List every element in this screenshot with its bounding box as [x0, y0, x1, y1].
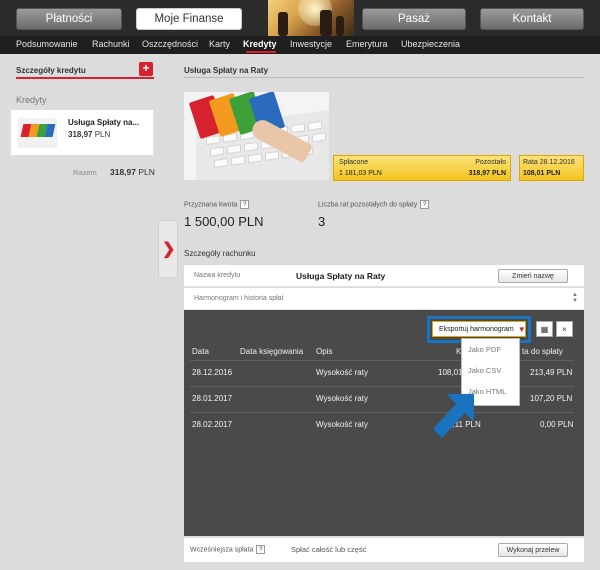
collapse-panel-toggle[interactable]: ❯: [158, 220, 178, 278]
early-repayment-label: Wcześniejsza spłata?: [190, 545, 266, 554]
credits-section-label: Kredyty: [16, 95, 47, 105]
left-panel-red-divider: [16, 77, 154, 79]
chevron-right-icon: ❯: [162, 241, 176, 258]
help-icon[interactable]: ?: [240, 200, 250, 209]
row-description: Wysokość raty: [316, 394, 368, 403]
row-date: 28.01.2017: [192, 394, 233, 403]
credit-list-item[interactable]: Usługa Spłaty na... 318,97 PLN: [10, 109, 154, 156]
nav-item-credits[interactable]: Kredyty: [243, 39, 277, 49]
help-icon[interactable]: ?: [420, 200, 430, 209]
expand-collapse-icon[interactable]: ▲ ▼: [572, 292, 578, 304]
close-icon[interactable]: ×: [556, 321, 573, 337]
next-rate-label: Rata 28.12.2016: [523, 159, 575, 166]
export-schedule-dropdown[interactable]: Eksportuj harmonogram ▼: [432, 321, 526, 337]
table-row: 28.01.2017 Wysokość raty 107,20 PLN: [184, 387, 584, 413]
add-credit-button[interactable]: +: [139, 62, 153, 76]
row-remaining: 0,00 PLN: [540, 420, 574, 429]
export-option-csv[interactable]: Jako CSV: [468, 366, 501, 375]
credit-name-row: Nazwa kredytu Usługa Spłaty na Raty Zmie…: [184, 265, 584, 287]
pointer-arrow-icon: [433, 394, 474, 438]
left-panel-title: Szczegóły kredytu: [16, 66, 86, 75]
export-option-pdf[interactable]: Jako PDF: [468, 345, 501, 354]
row-date: 28.02.2017: [192, 420, 233, 429]
nav-active-indicator: [246, 51, 276, 53]
hero-banner-image: [268, 0, 354, 36]
make-transfer-button[interactable]: Wykonaj przelew: [498, 543, 568, 557]
top-button-pasaz[interactable]: Pasaż: [362, 8, 466, 30]
nav-item-insurance[interactable]: Ubezpieczenia: [401, 39, 460, 49]
total-value: 318,97 PLN: [110, 167, 155, 177]
schedule-label: Harmonogram i historia spłat: [194, 295, 284, 302]
total-label: Razem: [73, 168, 97, 177]
next-rate-value: 108,01 PLN: [523, 170, 561, 177]
rename-button[interactable]: Zmień nazwę: [498, 269, 568, 283]
table-row: 28.12.2016 Wysokość raty 108,01 213,49 P…: [184, 361, 584, 387]
repay-all-label: Spłać całość lub część: [291, 545, 367, 554]
schedule-row[interactable]: Harmonogram i historia spłat ▲ ▼: [184, 288, 584, 310]
chevron-down-icon: ▼: [517, 324, 526, 334]
column-header-posting-date: Data księgowania: [240, 347, 304, 356]
nav-item-savings[interactable]: Oszczędności: [142, 39, 198, 49]
column-header-remaining: ta do spłaty: [522, 347, 563, 356]
credit-item-amount: 318,97 PLN: [68, 130, 111, 139]
paid-value: 1 181,03 PLN: [339, 170, 382, 177]
remaining-value: 318,97 PLN: [468, 170, 506, 177]
row-remaining: 213,49 PLN: [530, 368, 573, 377]
next-rate-box: Rata 28.12.2016 108,01 PLN: [519, 155, 584, 181]
content-title: Usługa Spłaty na Raty: [184, 66, 269, 75]
nav-item-accounts[interactable]: Rachunki: [92, 39, 130, 49]
remaining-label: Pozostało: [475, 159, 506, 166]
nav-item-summary[interactable]: Podsumowanie: [16, 39, 78, 49]
early-repayment-row: Wcześniejsza spłata? Spłać całość lub cz…: [184, 538, 584, 562]
paid-label: Spłacone: [339, 159, 369, 166]
remaining-rates-label: Liczba rat pozostałych do spłaty?: [318, 200, 430, 209]
credit-name-label: Nazwa kredytu: [194, 272, 241, 279]
account-details-header: Szczegóły rachunku: [184, 249, 256, 258]
granted-amount-value: 1 500,00 PLN: [184, 214, 264, 229]
row-description: Wysokość raty: [316, 420, 368, 429]
top-button-contact[interactable]: Kontakt: [480, 8, 584, 30]
promo-image: [184, 92, 329, 180]
nav-item-investments[interactable]: Inwestycje: [290, 39, 332, 49]
credit-name-value: Usługa Spłaty na Raty: [296, 271, 386, 281]
top-button-my-finance[interactable]: Moje Finanse: [136, 8, 242, 30]
row-remaining: 107,20 PLN: [530, 394, 573, 403]
remaining-rates-value: 3: [318, 214, 326, 229]
nav-item-cards[interactable]: Karty: [209, 39, 230, 49]
credit-item-name: Usługa Spłaty na...: [68, 118, 140, 127]
row-description: Wysokość raty: [316, 368, 368, 377]
nav-item-pension[interactable]: Emerytura: [346, 39, 388, 49]
main-nav: Podsumowanie Rachunki Oszczędności Karty…: [0, 36, 600, 54]
table-row: 28.02.2017 Wysokość raty 1,11 PLN 0,00 P…: [184, 413, 584, 439]
calendar-icon[interactable]: ▦: [536, 321, 553, 337]
credit-thumbnail: [18, 118, 57, 148]
content-divider: [184, 77, 584, 78]
paid-remaining-box: Spłacone 1 181,03 PLN Pozostało 318,97 P…: [333, 155, 511, 181]
row-amount: 108,01: [438, 368, 463, 377]
granted-amount-label: Przyznana kwota?: [184, 200, 250, 209]
column-header-date: Data: [192, 347, 209, 356]
row-date: 28.12.2016: [192, 368, 233, 377]
top-bar: Płatności Moje Finanse Pasaż Kontakt: [0, 0, 600, 36]
column-header-description: Opis: [316, 347, 333, 356]
help-icon[interactable]: ?: [256, 545, 266, 554]
top-button-payments[interactable]: Płatności: [16, 8, 122, 30]
